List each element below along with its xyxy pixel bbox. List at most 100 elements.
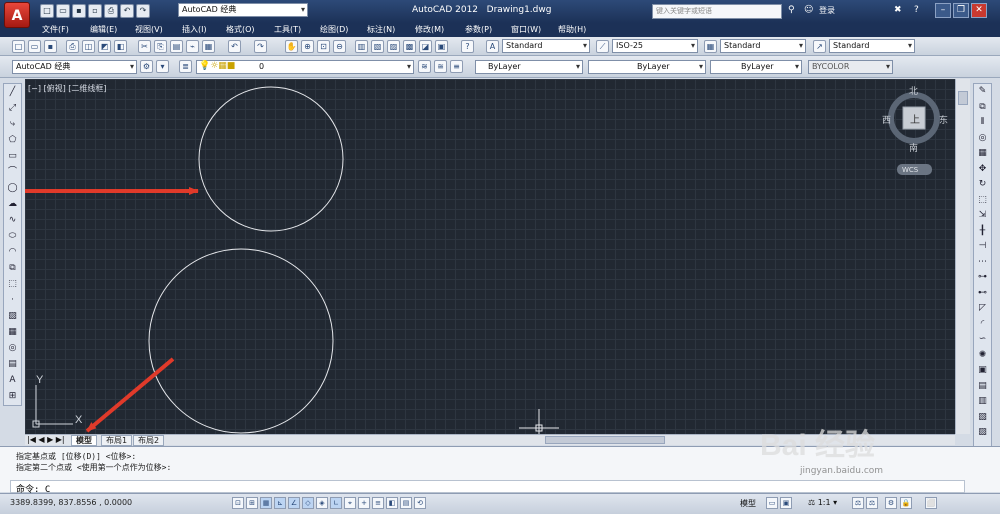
circle-lower[interactable] <box>148 248 334 434</box>
help-icon[interactable]: ? <box>461 40 474 53</box>
menu-dimension[interactable]: 标注(N) <box>367 24 395 35</box>
edit-tools-icon[interactable]: ▧ <box>974 410 991 426</box>
tool-palettes-icon[interactable]: ▨ <box>387 40 400 53</box>
scale-icon[interactable]: ⬚ <box>974 193 991 209</box>
workspace-switching-icon[interactable]: ⚙ <box>885 497 897 509</box>
3d-dwf-icon[interactable]: ◧ <box>114 40 127 53</box>
construction-line-icon[interactable]: ⤢ <box>4 100 21 116</box>
minimize-button[interactable]: – <box>935 3 951 18</box>
undo-icon[interactable]: ↶ <box>120 4 134 18</box>
help-icon[interactable]: ? <box>914 5 919 15</box>
draworder-icon[interactable]: ▣ <box>974 363 991 379</box>
redo-icon[interactable]: ↷ <box>254 40 267 53</box>
dim-style-icon[interactable]: ⟋ <box>596 40 609 53</box>
blend-icon[interactable]: ∽ <box>974 332 991 348</box>
annotation-scale[interactable]: ⚖ 1:1 ▾ <box>808 498 837 507</box>
undo-icon[interactable]: ↶ <box>228 40 241 53</box>
break-icon[interactable]: ⊶ <box>974 270 991 286</box>
match-properties-icon[interactable]: ⌁ <box>186 40 199 53</box>
grid-display-icon[interactable]: ▦ <box>260 497 272 509</box>
cut-icon[interactable]: ✂ <box>138 40 151 53</box>
object-snap-icon[interactable]: ◇ <box>302 497 314 509</box>
menu-modify[interactable]: 修改(M) <box>415 24 444 35</box>
layer-manager-icon[interactable]: ≣ <box>179 60 192 73</box>
tab-layout2[interactable]: 布局2 <box>133 435 165 446</box>
otrack-icon[interactable]: ∟ <box>330 497 342 509</box>
mirror-icon[interactable]: ⫴ <box>974 115 991 131</box>
infer-constraints-icon[interactable]: ⊡ <box>232 497 244 509</box>
tab-model[interactable]: 模型 <box>71 435 97 446</box>
lineweight-toggle-icon[interactable]: ≡ <box>372 497 384 509</box>
block-editor-icon[interactable]: ▦ <box>202 40 215 53</box>
circle-upper[interactable] <box>198 86 344 232</box>
design-center-icon[interactable]: ▧ <box>371 40 384 53</box>
layer-tools-icon[interactable]: ▥ <box>974 394 991 410</box>
transparency-icon[interactable]: ◧ <box>386 497 398 509</box>
add-selected-icon[interactable]: ⊞ <box>4 388 21 404</box>
revision-cloud-icon[interactable]: ☁ <box>4 196 21 212</box>
open-icon[interactable]: ▭ <box>56 4 70 18</box>
workspace-select[interactable]: AutoCAD 经典 <box>178 3 308 17</box>
menu-draw[interactable]: 绘图(D) <box>320 24 348 35</box>
sheet-set-icon[interactable]: ▩ <box>403 40 416 53</box>
dim-style-select[interactable]: ISO-25 <box>612 39 698 53</box>
quick-properties-icon[interactable]: ▤ <box>400 497 412 509</box>
quick-calc-icon[interactable]: ▣ <box>435 40 448 53</box>
erase-icon[interactable]: ✎ <box>974 84 991 100</box>
3d-osnap-icon[interactable]: ◈ <box>316 497 328 509</box>
restore-button[interactable]: ❐ <box>953 3 969 18</box>
menu-window[interactable]: 窗口(W) <box>511 24 541 35</box>
extend-icon[interactable]: ⊣ <box>974 239 991 255</box>
linetype-select[interactable]: ByLayer <box>588 60 706 74</box>
zoom-realtime-icon[interactable]: ⊕ <box>301 40 314 53</box>
menu-format[interactable]: 格式(O) <box>226 24 255 35</box>
layer-states-icon[interactable]: ≡ <box>450 60 463 73</box>
ellipse-icon[interactable]: ⬭ <box>4 228 21 244</box>
properties-icon[interactable]: ▥ <box>355 40 368 53</box>
exchange-icon[interactable]: ✖ <box>894 5 902 15</box>
menu-parametric[interactable]: 参数(P) <box>465 24 492 35</box>
plot-icon[interactable]: ⎙ <box>66 40 79 53</box>
ellipse-arc-icon[interactable]: ◠ <box>4 244 21 260</box>
arc-icon[interactable]: ⌒ <box>4 164 21 180</box>
table-style-select[interactable]: Standard <box>720 39 806 53</box>
quick-view-layouts-icon[interactable]: ▭ <box>766 497 778 509</box>
copy-icon[interactable]: ⎘ <box>154 40 167 53</box>
color-select[interactable]: ByLayer <box>475 60 583 74</box>
auto-scale-icon[interactable]: ⚖ <box>866 497 878 509</box>
move-icon[interactable]: ✥ <box>974 162 991 178</box>
chamfer-icon[interactable]: ◸ <box>974 301 991 317</box>
application-menu-button[interactable]: A <box>4 2 30 28</box>
menu-help[interactable]: 帮助(H) <box>558 24 586 35</box>
print-icon[interactable]: ⎙ <box>104 4 118 18</box>
group-icon[interactable]: ▨ <box>974 425 991 441</box>
copy-object-icon[interactable]: ⧉ <box>974 100 991 116</box>
new-icon[interactable]: □ <box>40 4 54 18</box>
properties-palette-icon[interactable]: ▤ <box>974 379 991 395</box>
layer-previous-icon[interactable]: ≊ <box>434 60 447 73</box>
region-icon[interactable]: ◎ <box>4 340 21 356</box>
save-icon[interactable]: ▪ <box>72 4 86 18</box>
join-icon[interactable]: ⊷ <box>974 286 991 302</box>
toolbar-lock-icon[interactable]: 🔒 <box>900 497 912 509</box>
break-at-point-icon[interactable]: ⋯ <box>974 255 991 271</box>
snap-mode-icon[interactable]: ⊞ <box>246 497 258 509</box>
new-icon[interactable]: □ <box>12 40 25 53</box>
clean-screen-icon[interactable]: ⬜ <box>925 497 937 509</box>
menu-view[interactable]: 视图(V) <box>135 24 163 35</box>
tab-layout1[interactable]: 布局1 <box>101 435 133 446</box>
selection-cycling-icon[interactable]: ⟲ <box>414 497 426 509</box>
tab-nav-arrows[interactable]: |◀ ◀ ▶ ▶| <box>27 435 65 444</box>
close-button[interactable]: ✕ <box>971 3 987 18</box>
line-icon[interactable]: ╱ <box>4 84 21 100</box>
array-icon[interactable]: ▦ <box>974 146 991 162</box>
rectangle-icon[interactable]: ▭ <box>4 148 21 164</box>
model-space-button[interactable]: 模型 <box>740 498 756 509</box>
workspace-settings-icon[interactable]: ▾ <box>156 60 169 73</box>
explode-icon[interactable]: ✺ <box>974 348 991 364</box>
command-input[interactable]: 命令: C <box>10 480 965 495</box>
paste-icon[interactable]: ▤ <box>170 40 183 53</box>
text-style-icon[interactable]: A <box>486 40 499 53</box>
gradient-icon[interactable]: ▦ <box>4 324 21 340</box>
menu-edit[interactable]: 编辑(E) <box>90 24 117 35</box>
